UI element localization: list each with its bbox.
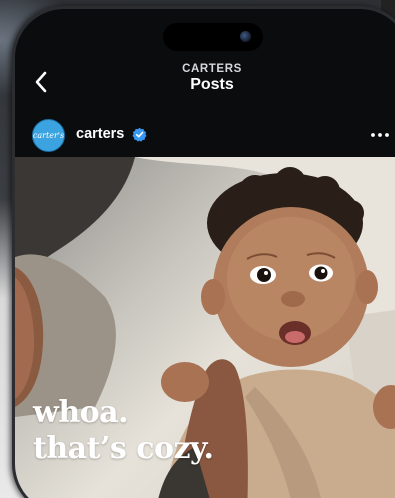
post-header: carter's carters [15,113,395,157]
nav-titles: CARTERS Posts [15,63,395,94]
more-options-button[interactable] [369,127,391,143]
username-link[interactable]: carters [76,126,124,142]
dynamic-island [163,23,263,51]
overlay-line-1: whoa. [33,395,129,430]
avatar[interactable]: carter's [32,119,65,152]
overlay-line-2: that’s cozy. [33,431,214,466]
verified-badge-icon [132,127,147,142]
top-navigation: CARTERS Posts [15,61,395,101]
overlay-caption: whoa. that’s cozy. [33,395,214,467]
avatar-logo-text: carter's [32,131,65,140]
account-label: CARTERS [182,63,242,75]
post-image[interactable]: whoa. that’s cozy. [15,157,395,498]
page-title: Posts [190,76,234,93]
phone-frame: CARTERS Posts carter's carters whoa. tha… [12,6,395,498]
camera-icon [240,31,251,42]
